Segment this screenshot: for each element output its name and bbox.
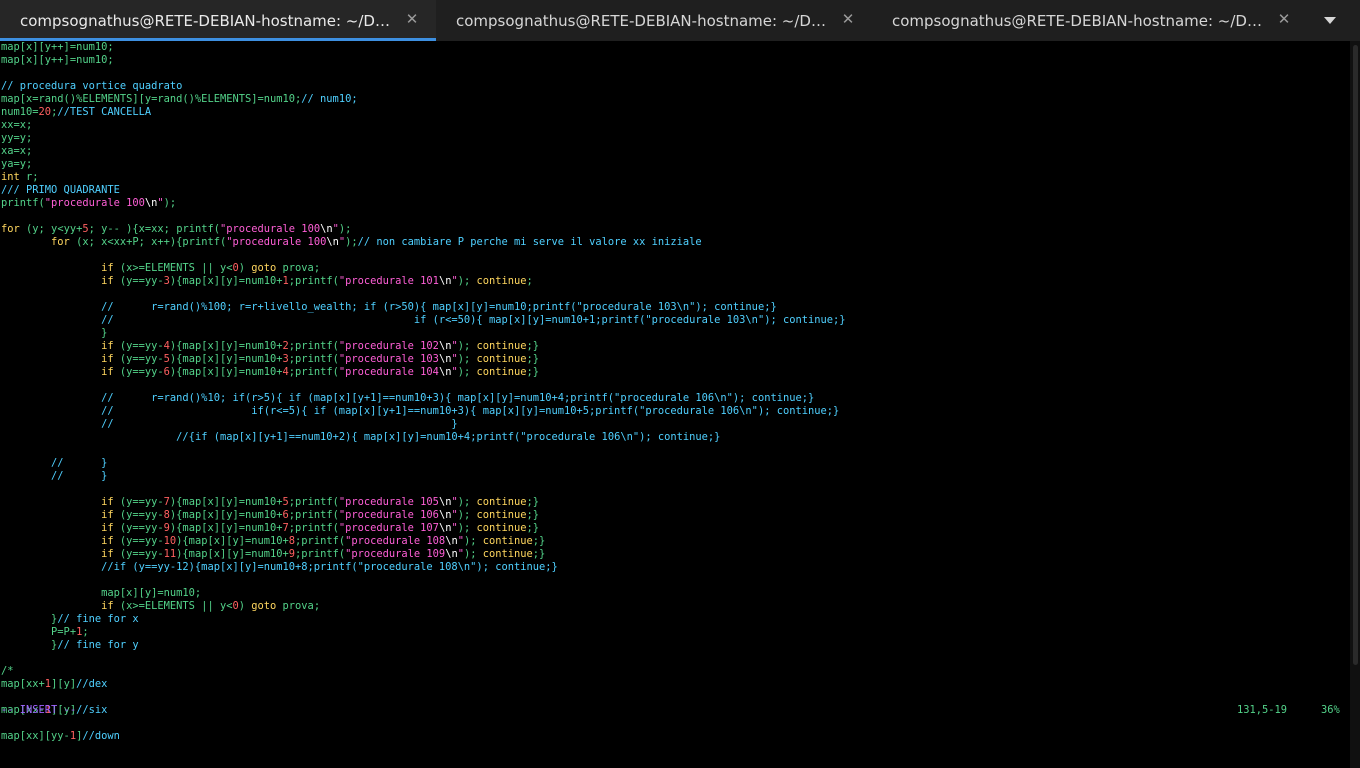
tab-label: compsognathus@RETE-DEBIAN-hostname: ~/Do… [456,11,832,30]
code-line: map[xx+1][y]//dex [1,678,108,690]
tab-bar: compsognathus@RETE-DEBIAN-hostname: ~/Do… [0,0,1360,41]
code-line: map[x][y++]=num10; [1,54,114,66]
close-icon[interactable]: ✕ [1276,11,1292,27]
code-line: xx=x; [1,119,33,131]
code-line: num10=20;//TEST CANCELLA [1,106,152,118]
code-line: printf("procedurale 100\n"); [1,197,177,209]
code-line: if (y==yy-6){map[x][y]=num10+4;printf("p… [101,366,540,378]
tab-label: compsognathus@RETE-DEBIAN-hostname: ~/Do… [892,11,1268,30]
code-line: if (y==yy-11){map[x][y]=num10+9;printf("… [101,548,546,560]
terminal-editor[interactable]: map[x][y++]=num10; map[x][y++]=num10; // p… [0,41,1350,768]
tab-terminal-1[interactable]: compsognathus@RETE-DEBIAN-hostname: ~/Do… [0,0,436,41]
code-line: if (y==yy-4){map[x][y]=num10+2;printf("p… [101,340,540,352]
tabs-menu-button[interactable] [1310,0,1350,41]
code-line: // } [51,457,108,469]
code-line: // r=rand()%100; r=r+livello_wealth; if … [101,301,777,313]
code-line: if (x>=ELEMENTS || y<0) goto prova; [101,262,321,274]
code-line: // if(r<=5){ if (map[x][y+1]==num10+3){ … [101,405,840,417]
code-line: }// fine for x [1,613,139,625]
code-line: yy=y; [1,132,33,144]
code-line: ya=y; [1,158,33,170]
chevron-down-icon [1324,17,1336,24]
code-line: P=P+1; [1,626,89,638]
code-line: map[x][y]=num10; [1,587,202,599]
scrollbar-thumb[interactable] [1353,45,1358,665]
code-line: // procedura vortice quadrato [1,80,183,92]
code-line: if (y==yy-7){map[x][y]=num10+5;printf("p… [101,496,540,508]
code-line: //{if (map[x][y+1]==num10+2){ map[x][y]=… [176,431,721,443]
code-line: map[x=rand()%ELEMENTS][y=rand()%ELEMENTS… [1,93,358,105]
code-line: }// fine for y [1,639,139,651]
code-line: map[x][y++]=num10; [1,41,114,53]
tab-terminal-3[interactable]: compsognathus@RETE-DEBIAN-hostname: ~/Do… [872,0,1308,41]
code-line: /* [1,665,14,677]
code-line: // } [101,418,458,430]
code-line: int r; [1,171,39,183]
code-line: map[xx][yy-1]//down [1,730,120,742]
code-line: if (y==yy-5){map[x][y]=num10+3;printf("p… [101,353,540,365]
vim-mode-indicator: -- INSERT -- [1,704,77,716]
code-line: xa=x; [1,145,33,157]
code-line: if (y==yy-8){map[x][y]=num10+6;printf("p… [101,509,540,521]
close-icon[interactable]: ✕ [840,11,856,27]
code-line: if (x>=ELEMENTS || y<0) goto prova; [101,600,321,612]
code-line: if (y==yy-9){map[x][y]=num10+7;printf("p… [101,522,540,534]
cursor-position: 131,5-19 [1237,704,1288,716]
code-line: for (x; x<xx+P; x++){printf("procedurale… [51,236,702,248]
code-line: // if (r<=50){ map[x][y]=num10+1;printf(… [101,314,846,326]
code-line: // r=rand()%10; if(r>5){ if (map[x][y+1]… [101,392,815,404]
code-line: /// PRIMO QUADRANTE [1,184,120,196]
code-line: if (y==yy-10){map[x][y]=num10+8;printf("… [101,535,546,547]
code-line: for (y; y<yy+5; y-- ){x=xx; printf("proc… [1,223,352,235]
code-line: } [1,327,108,339]
code-line: if (y==yy-3){map[x][y]=num10+1;printf("p… [101,275,533,287]
scrollbar[interactable] [1350,41,1360,768]
scroll-percent: 36% [1321,704,1340,716]
tab-terminal-2[interactable]: compsognathus@RETE-DEBIAN-hostname: ~/Do… [436,0,872,41]
code-line: // } [51,470,108,482]
close-icon[interactable]: ✕ [404,11,420,27]
code-line: //if (y==yy-12){map[x][y]=num10+8;printf… [101,561,558,573]
tab-label: compsognathus@RETE-DEBIAN-hostname: ~/Do… [20,11,396,30]
